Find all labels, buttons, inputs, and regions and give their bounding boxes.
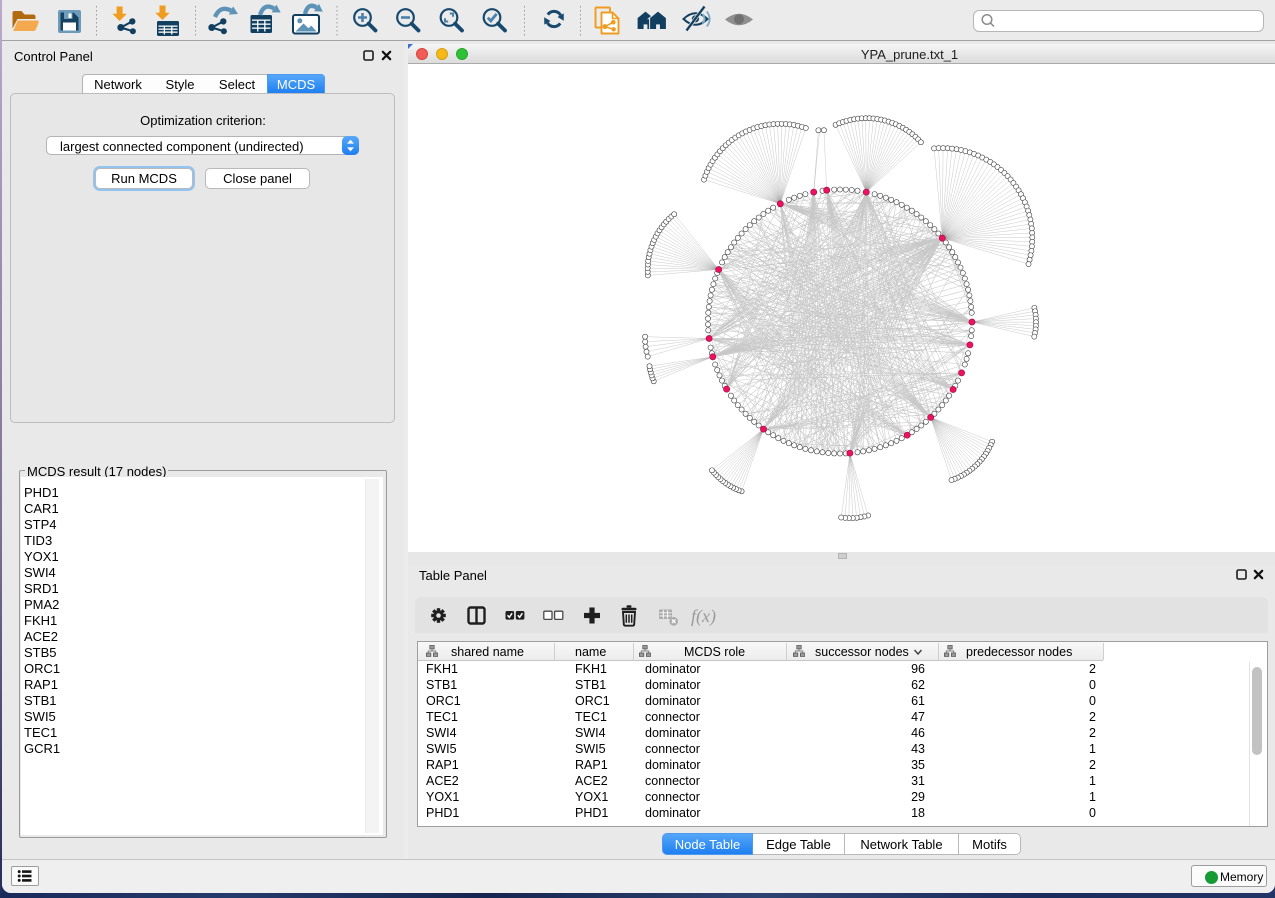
svg-text:f(x): f(x) — [691, 606, 716, 627]
